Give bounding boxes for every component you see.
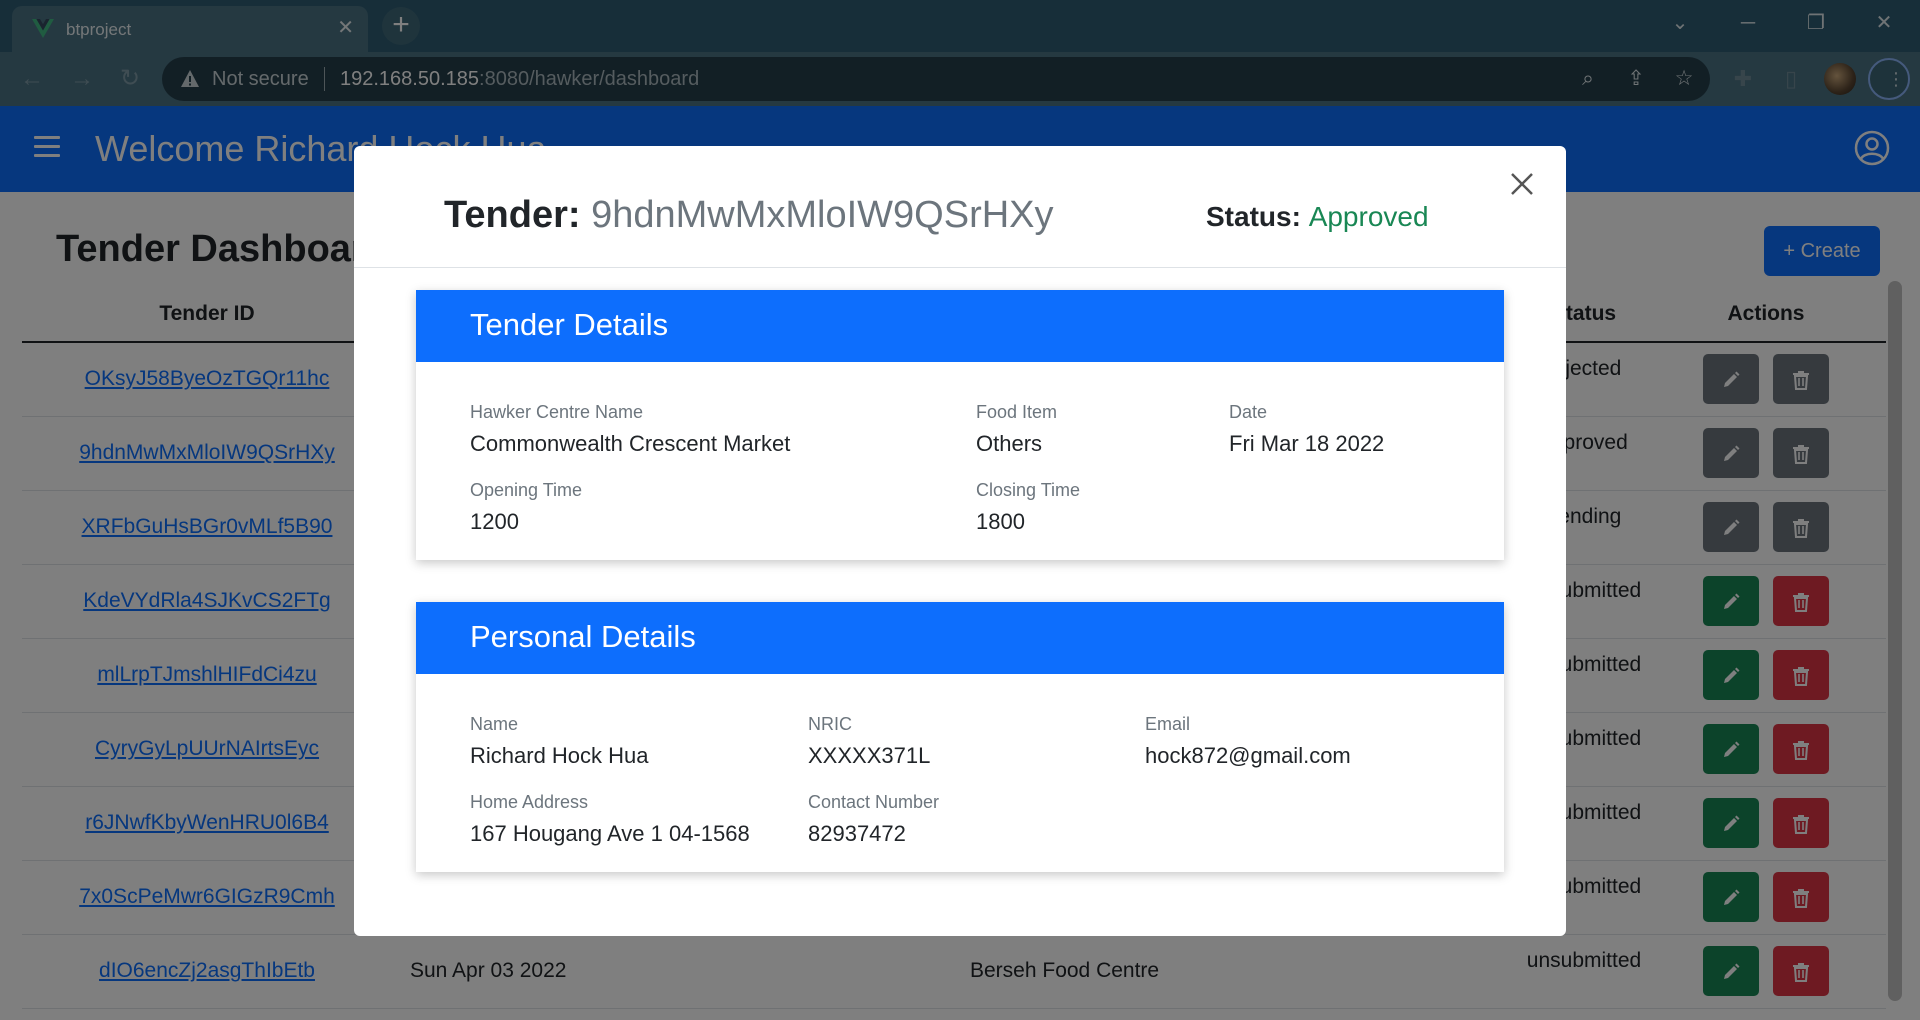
closing-time-label: Closing Time xyxy=(976,480,1081,500)
date-field: Date Fri Mar 18 2022 xyxy=(1229,402,1384,457)
hawker-centre-field: Hawker Centre Name Commonwealth Crescent… xyxy=(470,402,790,457)
modal-status-value: Approved xyxy=(1308,201,1429,232)
name-field: Name Richard Hock Hua xyxy=(470,714,649,769)
modal-status: Status: Approved xyxy=(1206,201,1429,233)
nric-value: XXXXX371L xyxy=(808,743,931,768)
personal-details-card: Personal Details Name Richard Hock Hua N… xyxy=(416,602,1504,872)
email-label: Email xyxy=(1145,714,1191,734)
tender-details-card: Tender Details Hawker Centre Name Common… xyxy=(416,290,1504,560)
date-label: Date xyxy=(1229,402,1268,422)
contact-number-value: 82937472 xyxy=(808,821,906,846)
opening-time-field: Opening Time 1200 xyxy=(470,480,582,535)
opening-time-value: 1200 xyxy=(470,509,519,534)
opening-time-label: Opening Time xyxy=(470,480,583,500)
hawker-centre-value: Commonwealth Crescent Market xyxy=(470,431,791,456)
modal-title-label: Tender: xyxy=(444,194,581,236)
modal-header: Tender: 9hdnMwMxMloIW9QSrHXy Status: App… xyxy=(354,146,1566,268)
name-label: Name xyxy=(470,714,519,734)
home-address-label: Home Address xyxy=(470,792,589,812)
hawker-centre-label: Hawker Centre Name xyxy=(470,402,644,422)
personal-details-heading: Personal Details xyxy=(416,602,1504,674)
close-icon[interactable] xyxy=(1502,164,1542,204)
modal-status-label: Status: xyxy=(1206,201,1301,232)
tender-details-heading: Tender Details xyxy=(416,290,1504,362)
modal-tender-id: 9hdnMwMxMloIW9QSrHXy xyxy=(591,194,1054,236)
closing-time-field: Closing Time 1800 xyxy=(976,480,1080,535)
contact-number-field: Contact Number 82937472 xyxy=(808,792,939,847)
home-address-field: Home Address 167 Hougang Ave 1 04-1568 xyxy=(470,792,750,847)
modal-title: Tender: 9hdnMwMxMloIW9QSrHXy xyxy=(444,194,1054,237)
home-address-value: 167 Hougang Ave 1 04-1568 xyxy=(470,821,750,846)
name-value: Richard Hock Hua xyxy=(470,743,649,768)
food-item-label: Food Item xyxy=(976,402,1058,422)
email-field: Email hock872@gmail.com xyxy=(1145,714,1351,769)
nric-label: NRIC xyxy=(808,714,852,734)
tender-modal: Tender: 9hdnMwMxMloIW9QSrHXy Status: App… xyxy=(354,146,1566,936)
food-item-field: Food Item Others xyxy=(976,402,1057,457)
contact-number-label: Contact Number xyxy=(808,792,940,812)
food-item-value: Others xyxy=(976,431,1043,456)
nric-field: NRIC XXXXX371L xyxy=(808,714,930,769)
email-value: hock872@gmail.com xyxy=(1145,743,1351,768)
date-value: Fri Mar 18 2022 xyxy=(1229,431,1385,456)
closing-time-value: 1800 xyxy=(976,509,1025,534)
